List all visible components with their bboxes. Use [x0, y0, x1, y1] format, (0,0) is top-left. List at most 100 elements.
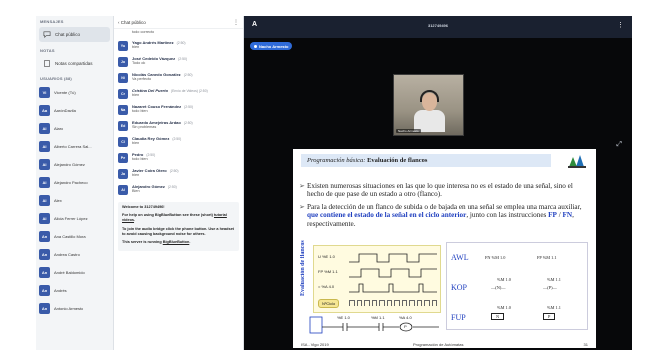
user-name: André Baldomido: [54, 269, 85, 275]
kop-operand: %M 1.0: [497, 277, 511, 282]
chat-message: todo correcto: [114, 29, 243, 38]
awl-instruction: FN %M 1.0: [485, 255, 506, 260]
rung-operand: %M 1.1: [371, 315, 385, 320]
university-logo-icon: [568, 155, 586, 168]
chat-message: Al Alejandro Gómez (2:50) Bien: [114, 182, 243, 198]
message-time: (2:50): [178, 57, 187, 61]
slide-footer: ISA - Vigo 2019 Programación de Autómata…: [293, 340, 596, 348]
user-name: AarónDavila: [54, 107, 76, 113]
kop-operand: %M 1.1: [547, 277, 561, 282]
chat-back-button[interactable]: ‹ Chat público: [118, 20, 146, 25]
chat-bubble-icon: [43, 31, 51, 38]
bullet-text: Existen numerosas situaciones en las que…: [307, 182, 573, 199]
cycle-label: NºCiclo: [318, 299, 340, 308]
slide-header-title: Evaluación de flancos: [367, 157, 428, 164]
avatar: Ed: [118, 121, 128, 131]
user-list-item[interactable]: Aa AarónDavila: [36, 101, 113, 119]
avatar: Ja: [118, 169, 128, 179]
user-name: Andrés: [54, 287, 67, 293]
avatar: Ni: [118, 73, 128, 83]
chat-panel: ‹ Chat público ⋮ todo correcto Yu Yago An…: [114, 16, 244, 350]
kop-row: KOP %M 1.0 %M 1.1 —(N)— —(P)—: [447, 277, 589, 299]
message-text: todo bien: [132, 109, 148, 113]
welcome-audio-text: To join the audio bridge click the phone…: [122, 226, 234, 236]
avatar: An: [39, 266, 50, 278]
bullet-text: Para la detección de un flanco de subida…: [307, 203, 582, 211]
user-list: Vi Vicente (Tú) Aa AarónDavila Al Alaro Al A…: [36, 83, 113, 317]
avatar: Pe: [118, 153, 128, 163]
headset-icon: [420, 90, 439, 102]
slide-header: Programación básica: Evaluación de flanc…: [301, 154, 551, 167]
slide-header-section: Programación básica:: [307, 157, 366, 164]
avatar: An: [39, 230, 50, 242]
slide-side-label: Evaluación de flancos: [300, 240, 306, 296]
user-list-item[interactable]: An Antonio Armesto: [36, 299, 113, 317]
user-list-item[interactable]: Al Alaro: [36, 119, 113, 137]
user-list-item[interactable]: An André Baldomido: [36, 263, 113, 281]
notes-section-title: NOTAS: [40, 48, 55, 53]
avatar: Vi: [39, 86, 50, 98]
bullet-fp: FP: [548, 211, 557, 220]
avatar: Aa: [39, 104, 50, 116]
avatar: Al: [118, 185, 128, 195]
presentation-slide: Programación básica: Evaluación de flanc…: [293, 149, 596, 348]
avatar: Al: [39, 140, 50, 152]
kop-label: KOP: [451, 283, 468, 292]
messages-section-title: MENSAJES: [40, 19, 64, 24]
options-menu-button[interactable]: ⋮: [617, 21, 624, 29]
message-text: bien: [132, 173, 140, 177]
fullscreen-icon[interactable]: ⤢: [616, 141, 622, 149]
message-text: bien: [132, 93, 140, 97]
message-text: todo correcto: [132, 30, 155, 34]
bullet-fn: FN: [562, 211, 573, 220]
shared-notes-button[interactable]: Notas compartidas: [39, 56, 110, 71]
message-text: Bien: [132, 189, 140, 193]
message-text: bien: [132, 141, 140, 145]
signal-label: = %A 4.0: [318, 284, 335, 289]
kop-coil-p: —(P)—: [543, 285, 557, 290]
bullet-text: , junto con las instrucciones: [466, 211, 549, 220]
fup-label: FUP: [451, 313, 466, 322]
message-text: Sin problemas: [132, 125, 157, 129]
user-list-item[interactable]: Vi Vicente (Tú): [36, 83, 113, 101]
users-panel: MENSAJES Chat público NOTAS Notas compar…: [36, 16, 114, 350]
chat-options-button[interactable]: ⋮: [233, 19, 239, 26]
webcam-video[interactable]: Nacho Armesto: [393, 74, 464, 136]
avatar: Yu: [118, 41, 128, 51]
rung-operand: %A 4.0: [399, 315, 412, 320]
message-time: (2:50): [183, 73, 193, 77]
fup-row: FUP %M 1.0 %M 1.1 N P: [447, 305, 589, 329]
user-list-item[interactable]: An Andrés: [36, 281, 113, 299]
user-list-item[interactable]: An Ana Castillo Mora: [36, 227, 113, 245]
message-time: (2:50): [176, 41, 186, 45]
users-section-title: USUARIOS (88): [40, 76, 72, 81]
public-chat-label: Chat público: [55, 32, 81, 37]
avatar: Al: [39, 158, 50, 170]
slide-bullet: ➢ Para la detección de un flanco de subid…: [299, 203, 582, 228]
message-time: (2:50): [167, 185, 177, 189]
user-list-item[interactable]: An Andrea Castro: [36, 245, 113, 263]
cycle-ticks: [349, 300, 437, 306]
user-list-item[interactable]: Al Alicia Ferrer López: [36, 209, 113, 227]
avatar: Cl: [118, 137, 128, 147]
chat-message: Cl Claudia Rey Gómez (2:50) bien: [114, 134, 243, 150]
welcome-message: Welcome to 312749496! For help on using …: [118, 202, 239, 252]
user-list-item[interactable]: Al Alejandro Gómez: [36, 155, 113, 173]
user-list-item[interactable]: Al Alejandro Pacheco: [36, 173, 113, 191]
user-name: Ana Castillo Mora: [54, 233, 86, 239]
presenter-name: Nacho Armesto: [259, 43, 289, 49]
avatar: An: [39, 284, 50, 296]
chat-message: Yu Yago Andrés Martínez (2:50) bien: [114, 38, 243, 54]
message-time: (2:50): [146, 153, 156, 157]
bigbluebutton-link[interactable]: BigBlueButton: [163, 240, 190, 244]
chat-header: ‹ Chat público ⋮: [114, 16, 243, 29]
welcome-help-text: For help on using BigBlueButton see thes…: [122, 213, 214, 218]
slide-bullet: ➢ Existen numerosas situaciones en las qu…: [299, 182, 573, 199]
public-chat-button[interactable]: Chat público: [39, 27, 110, 42]
shared-notes-label: Notas compartidas: [55, 61, 93, 66]
user-list-item[interactable]: Al Alberto Carrera Sal...: [36, 137, 113, 155]
user-name: Alicia Ferrer López: [54, 215, 88, 221]
user-list-item[interactable]: Al Alex: [36, 191, 113, 209]
kop-coil-n: —(N)—: [491, 285, 506, 290]
avatar: Al: [39, 122, 50, 134]
